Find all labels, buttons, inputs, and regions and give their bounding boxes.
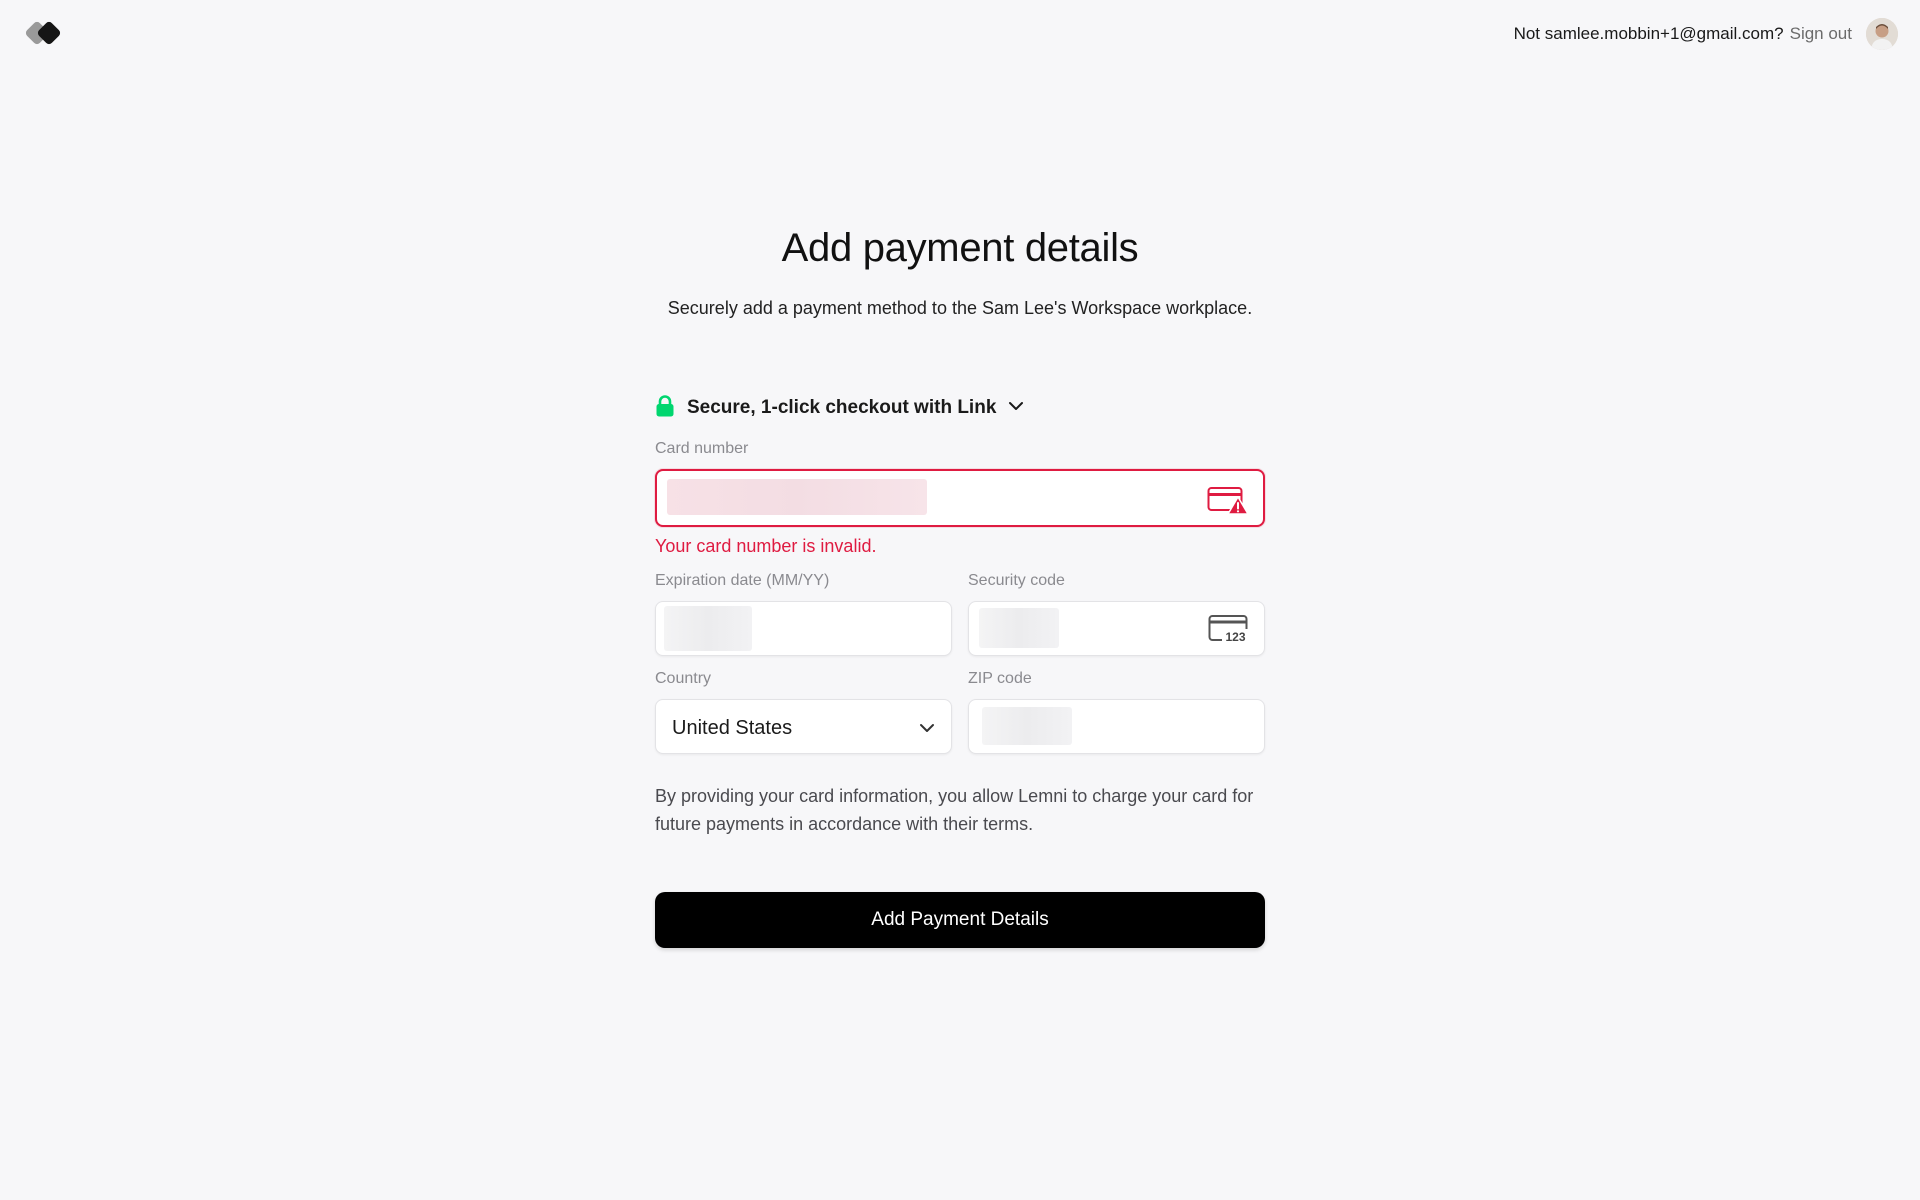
zip-label: ZIP code (968, 670, 1032, 687)
expiration-label: Expiration date (MM/YY) (655, 572, 830, 589)
not-user-text: Not samlee.mobbin+1@gmail.com? (1513, 24, 1784, 43)
zip-field: ZIP code (968, 670, 1265, 754)
lock-icon (655, 394, 675, 422)
country-select[interactable]: United States (655, 699, 952, 754)
page-subtitle: Securely add a payment method to the Sam… (667, 298, 1253, 318)
security-code-field: Security code 123 (968, 572, 1265, 656)
account-bar: Not samlee.mobbin+1@gmail.com? Sign out (1514, 18, 1898, 50)
security-code-label: Security code (968, 572, 1065, 589)
card-number-label: Card number (655, 440, 749, 457)
sign-out-link[interactable]: Sign out (1790, 24, 1852, 44)
country-label: Country (655, 670, 712, 687)
expiry-cvc-row: Expiration date (MM/YY) Security code 12… (655, 572, 1265, 656)
page-title: Add payment details (781, 226, 1139, 270)
cvc-icon-text: 123 (1225, 630, 1245, 644)
terms-text: By providing your card information, you … (655, 786, 1254, 834)
security-code-input[interactable]: 123 (968, 601, 1265, 656)
chevron-down-icon (917, 718, 937, 743)
zip-value-redacted (982, 707, 1072, 745)
payment-form: Secure, 1-click checkout with Link Card … (655, 392, 1265, 948)
brand-logo-icon[interactable] (24, 18, 70, 50)
country-zip-row: Country United States ZIP code (655, 670, 1265, 754)
card-number-input[interactable] (655, 469, 1265, 527)
link-checkout-toggle[interactable]: Secure, 1-click checkout with Link (655, 392, 1265, 424)
country-field: Country United States (655, 670, 952, 754)
card-number-value-redacted (667, 479, 927, 515)
expiration-input[interactable] (655, 601, 952, 656)
expiration-value-redacted (664, 606, 752, 651)
chevron-down-icon (1006, 396, 1026, 421)
add-payment-details-button[interactable]: Add Payment Details (655, 892, 1265, 948)
card-error-icon (1207, 485, 1249, 520)
cvc-card-icon: 123 (1208, 614, 1250, 649)
avatar[interactable] (1866, 18, 1898, 50)
zip-input[interactable] (968, 699, 1265, 754)
expiration-field: Expiration date (MM/YY) (655, 572, 952, 656)
link-checkout-label: Secure, 1-click checkout with Link (687, 397, 997, 418)
card-number-error: Your card number is invalid. (655, 536, 877, 556)
country-select-value: United States (672, 717, 793, 739)
security-code-value-redacted (979, 608, 1059, 648)
